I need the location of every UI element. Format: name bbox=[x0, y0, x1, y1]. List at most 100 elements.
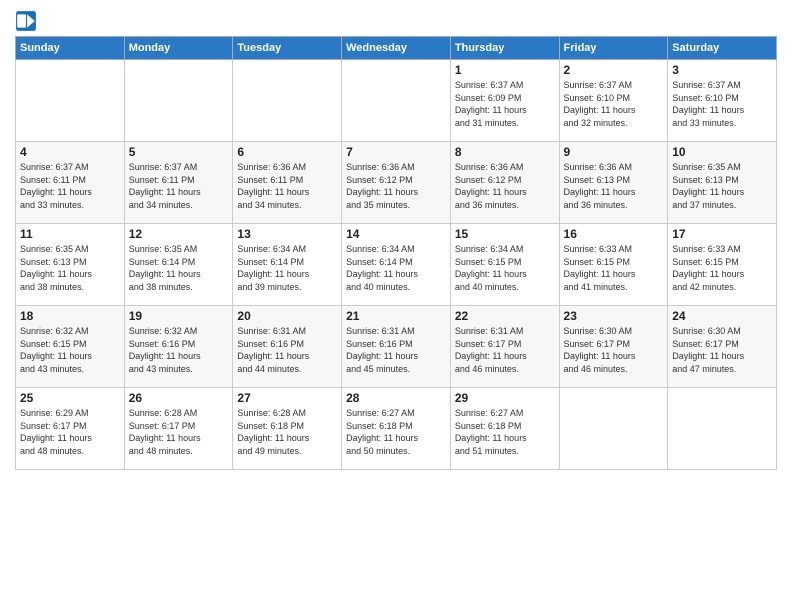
cell-info: Sunrise: 6:35 AM Sunset: 6:14 PM Dayligh… bbox=[129, 243, 229, 293]
calendar-cell: 4 Sunrise: 6:37 AM Sunset: 6:11 PM Daylig… bbox=[16, 142, 125, 224]
day-number: 23 bbox=[564, 309, 664, 323]
day-number: 16 bbox=[564, 227, 664, 241]
day-number: 25 bbox=[20, 391, 120, 405]
cell-info: Sunrise: 6:37 AM Sunset: 6:10 PM Dayligh… bbox=[672, 79, 772, 129]
calendar-cell bbox=[668, 388, 777, 470]
calendar-cell: 27Sunrise: 6:28 AM Sunset: 6:18 PM Dayli… bbox=[233, 388, 342, 470]
cell-info: Sunrise: 6:27 AM Sunset: 6:18 PM Dayligh… bbox=[346, 407, 446, 457]
cell-info: Sunrise: 6:36 AM Sunset: 6:12 PM Dayligh… bbox=[346, 161, 446, 211]
calendar-cell bbox=[342, 60, 451, 142]
day-number: 15 bbox=[455, 227, 555, 241]
day-number: 3 bbox=[672, 63, 772, 77]
day-number: 24 bbox=[672, 309, 772, 323]
day-header-thursday: Thursday bbox=[450, 37, 559, 60]
day-header-monday: Monday bbox=[124, 37, 233, 60]
calendar-cell: 23 Sunrise: 6:30 AM Sunset: 6:17 PM Dayli… bbox=[559, 306, 668, 388]
cell-info: Sunrise: 6:35 AM Sunset: 6:13 PM Dayligh… bbox=[672, 161, 772, 211]
calendar-cell: 18Sunrise: 6:32 AM Sunset: 6:15 PM Dayli… bbox=[16, 306, 125, 388]
day-header-sunday: Sunday bbox=[16, 37, 125, 60]
day-number: 14 bbox=[346, 227, 446, 241]
cell-info: Sunrise: 6:30 AM Sunset: 6:17 PM Dayligh… bbox=[564, 325, 664, 375]
calendar-cell: 13Sunrise: 6:34 AM Sunset: 6:14 PM Dayli… bbox=[233, 224, 342, 306]
day-number: 4 bbox=[20, 145, 120, 159]
calendar-cell: 8 Sunrise: 6:36 AM Sunset: 6:12 PM Daylig… bbox=[450, 142, 559, 224]
day-number: 1 bbox=[455, 63, 555, 77]
week-row-4: 18Sunrise: 6:32 AM Sunset: 6:15 PM Dayli… bbox=[16, 306, 777, 388]
calendar-cell: 29 Sunrise: 6:27 AM Sunset: 6:18 PM Dayli… bbox=[450, 388, 559, 470]
header bbox=[15, 10, 777, 32]
day-number: 10 bbox=[672, 145, 772, 159]
day-number: 12 bbox=[129, 227, 229, 241]
calendar-cell: 6 Sunrise: 6:36 AM Sunset: 6:11 PM Daylig… bbox=[233, 142, 342, 224]
cell-info: Sunrise: 6:37 AM Sunset: 6:11 PM Dayligh… bbox=[20, 161, 120, 211]
calendar-cell: 19 Sunrise: 6:32 AM Sunset: 6:16 PM Dayli… bbox=[124, 306, 233, 388]
page: SundayMondayTuesdayWednesdayThursdayFrid… bbox=[0, 0, 792, 612]
day-header-friday: Friday bbox=[559, 37, 668, 60]
cell-info: Sunrise: 6:31 AM Sunset: 6:16 PM Dayligh… bbox=[346, 325, 446, 375]
day-number: 26 bbox=[129, 391, 229, 405]
calendar-cell: 26 Sunrise: 6:28 AM Sunset: 6:17 PM Dayli… bbox=[124, 388, 233, 470]
cell-info: Sunrise: 6:27 AM Sunset: 6:18 PM Dayligh… bbox=[455, 407, 555, 457]
day-number: 11 bbox=[20, 227, 120, 241]
logo bbox=[15, 10, 41, 32]
cell-info: Sunrise: 6:36 AM Sunset: 6:13 PM Dayligh… bbox=[564, 161, 664, 211]
day-number: 2 bbox=[564, 63, 664, 77]
calendar-cell: 17 Sunrise: 6:33 AM Sunset: 6:15 PM Dayli… bbox=[668, 224, 777, 306]
calendar-cell: 16 Sunrise: 6:33 AM Sunset: 6:15 PM Dayli… bbox=[559, 224, 668, 306]
day-header-wednesday: Wednesday bbox=[342, 37, 451, 60]
day-number: 29 bbox=[455, 391, 555, 405]
calendar-cell bbox=[16, 60, 125, 142]
cell-info: Sunrise: 6:37 AM Sunset: 6:11 PM Dayligh… bbox=[129, 161, 229, 211]
day-number: 7 bbox=[346, 145, 446, 159]
cell-info: Sunrise: 6:35 AM Sunset: 6:13 PM Dayligh… bbox=[20, 243, 120, 293]
calendar-cell: 7 Sunrise: 6:36 AM Sunset: 6:12 PM Daylig… bbox=[342, 142, 451, 224]
cell-info: Sunrise: 6:31 AM Sunset: 6:16 PM Dayligh… bbox=[237, 325, 337, 375]
calendar-cell: 20 Sunrise: 6:31 AM Sunset: 6:16 PM Dayli… bbox=[233, 306, 342, 388]
cell-info: Sunrise: 6:33 AM Sunset: 6:15 PM Dayligh… bbox=[564, 243, 664, 293]
week-row-2: 4 Sunrise: 6:37 AM Sunset: 6:11 PM Daylig… bbox=[16, 142, 777, 224]
week-row-3: 11 Sunrise: 6:35 AM Sunset: 6:13 PM Dayli… bbox=[16, 224, 777, 306]
calendar-header: SundayMondayTuesdayWednesdayThursdayFrid… bbox=[16, 37, 777, 60]
calendar-cell: 3 Sunrise: 6:37 AM Sunset: 6:10 PM Daylig… bbox=[668, 60, 777, 142]
calendar-cell: 1 Sunrise: 6:37 AM Sunset: 6:09 PM Daylig… bbox=[450, 60, 559, 142]
calendar-cell: 28 Sunrise: 6:27 AM Sunset: 6:18 PM Dayli… bbox=[342, 388, 451, 470]
cell-info: Sunrise: 6:31 AM Sunset: 6:17 PM Dayligh… bbox=[455, 325, 555, 375]
calendar-cell bbox=[233, 60, 342, 142]
cell-info: Sunrise: 6:29 AM Sunset: 6:17 PM Dayligh… bbox=[20, 407, 120, 457]
calendar-table: SundayMondayTuesdayWednesdayThursdayFrid… bbox=[15, 36, 777, 470]
calendar-cell: 25 Sunrise: 6:29 AM Sunset: 6:17 PM Dayli… bbox=[16, 388, 125, 470]
day-number: 6 bbox=[237, 145, 337, 159]
calendar-cell: 9 Sunrise: 6:36 AM Sunset: 6:13 PM Daylig… bbox=[559, 142, 668, 224]
cell-info: Sunrise: 6:34 AM Sunset: 6:14 PM Dayligh… bbox=[346, 243, 446, 293]
cell-info: Sunrise: 6:28 AM Sunset: 6:17 PM Dayligh… bbox=[129, 407, 229, 457]
cell-info: Sunrise: 6:36 AM Sunset: 6:11 PM Dayligh… bbox=[237, 161, 337, 211]
logo-icon bbox=[15, 10, 37, 32]
cell-info: Sunrise: 6:36 AM Sunset: 6:12 PM Dayligh… bbox=[455, 161, 555, 211]
cell-info: Sunrise: 6:37 AM Sunset: 6:09 PM Dayligh… bbox=[455, 79, 555, 129]
day-number: 19 bbox=[129, 309, 229, 323]
calendar-cell bbox=[559, 388, 668, 470]
day-number: 8 bbox=[455, 145, 555, 159]
calendar-cell: 10 Sunrise: 6:35 AM Sunset: 6:13 PM Dayli… bbox=[668, 142, 777, 224]
day-number: 13 bbox=[237, 227, 337, 241]
day-number: 9 bbox=[564, 145, 664, 159]
day-header-tuesday: Tuesday bbox=[233, 37, 342, 60]
calendar-cell: 5Sunrise: 6:37 AM Sunset: 6:11 PM Daylig… bbox=[124, 142, 233, 224]
calendar-cell: 22 Sunrise: 6:31 AM Sunset: 6:17 PM Dayli… bbox=[450, 306, 559, 388]
calendar-cell: 14 Sunrise: 6:34 AM Sunset: 6:14 PM Dayli… bbox=[342, 224, 451, 306]
cell-info: Sunrise: 6:32 AM Sunset: 6:16 PM Dayligh… bbox=[129, 325, 229, 375]
day-number: 18 bbox=[20, 309, 120, 323]
day-number: 27 bbox=[237, 391, 337, 405]
day-number: 20 bbox=[237, 309, 337, 323]
cell-info: Sunrise: 6:34 AM Sunset: 6:15 PM Dayligh… bbox=[455, 243, 555, 293]
calendar-cell: 12 Sunrise: 6:35 AM Sunset: 6:14 PM Dayli… bbox=[124, 224, 233, 306]
day-header-saturday: Saturday bbox=[668, 37, 777, 60]
day-number: 28 bbox=[346, 391, 446, 405]
calendar-cell: 15 Sunrise: 6:34 AM Sunset: 6:15 PM Dayli… bbox=[450, 224, 559, 306]
week-row-5: 25 Sunrise: 6:29 AM Sunset: 6:17 PM Dayli… bbox=[16, 388, 777, 470]
day-number: 17 bbox=[672, 227, 772, 241]
day-number: 21 bbox=[346, 309, 446, 323]
calendar-cell: 11 Sunrise: 6:35 AM Sunset: 6:13 PM Dayli… bbox=[16, 224, 125, 306]
day-number: 22 bbox=[455, 309, 555, 323]
cell-info: Sunrise: 6:33 AM Sunset: 6:15 PM Dayligh… bbox=[672, 243, 772, 293]
